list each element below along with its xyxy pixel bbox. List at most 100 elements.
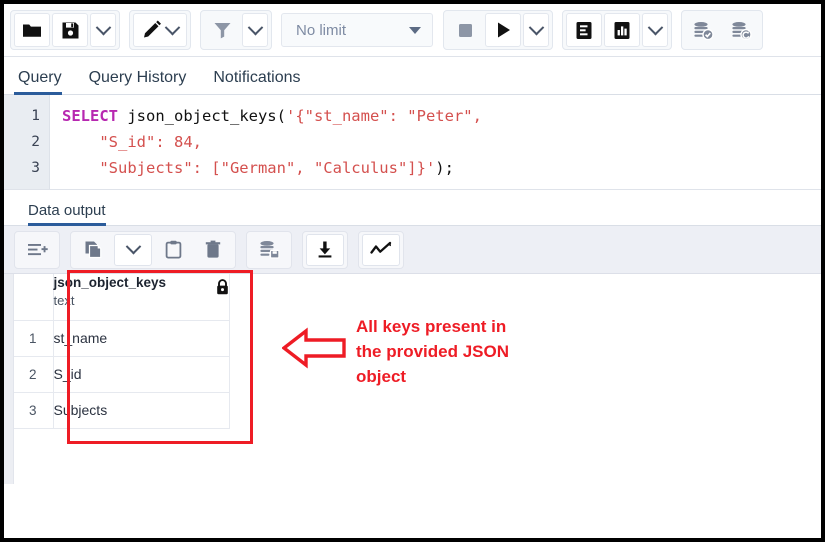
trash-icon bbox=[205, 240, 221, 259]
tab-query-history-label: Query History bbox=[89, 69, 187, 86]
sql-indent bbox=[62, 159, 99, 177]
panel-tabs: Query Query History Notifications bbox=[4, 57, 821, 95]
explain-analyze-button[interactable] bbox=[604, 13, 640, 47]
edit-button[interactable] bbox=[133, 13, 187, 47]
chevron-down-icon bbox=[165, 19, 181, 35]
sql-indent bbox=[62, 133, 99, 151]
table-row[interactable]: 3 Subjects bbox=[13, 392, 229, 428]
data-output-toolbar bbox=[4, 226, 821, 274]
delete-row-button[interactable] bbox=[194, 234, 232, 266]
table-row[interactable]: 2 S_id bbox=[13, 356, 229, 392]
sql-function: json_object_keys( bbox=[118, 107, 286, 125]
save-dropdown-button[interactable] bbox=[90, 13, 116, 47]
graph-group bbox=[358, 231, 404, 269]
cell-json-object-keys[interactable]: S_id bbox=[53, 356, 229, 392]
stop-query-button[interactable] bbox=[447, 13, 483, 47]
copy-dropdown-button[interactable] bbox=[114, 234, 152, 266]
save-data-changes-button[interactable] bbox=[250, 234, 288, 266]
add-row-icon bbox=[27, 241, 48, 259]
transaction-button-group bbox=[681, 10, 763, 50]
sql-string: "Subjects": ["German", "Calculus"]}' bbox=[99, 159, 435, 177]
filter-button[interactable] bbox=[204, 13, 240, 47]
column-header-json-object-keys[interactable]: json_object_keys text bbox=[53, 274, 229, 320]
save-data-group bbox=[246, 231, 292, 269]
pencil-icon bbox=[142, 20, 164, 40]
execute-dropdown-button[interactable] bbox=[523, 13, 549, 47]
tab-query-label: Query bbox=[18, 69, 62, 86]
execute-query-button[interactable] bbox=[485, 13, 521, 47]
download-csv-button[interactable] bbox=[306, 234, 344, 266]
left-arrow-icon bbox=[282, 325, 348, 371]
filter-dropdown-button[interactable] bbox=[242, 13, 268, 47]
table-row[interactable]: 1 st_name bbox=[13, 320, 229, 356]
line-number: 3 bbox=[4, 155, 49, 181]
explain-dropdown-button[interactable] bbox=[642, 13, 668, 47]
copy-button[interactable] bbox=[74, 234, 112, 266]
row-limit-select[interactable]: No limit bbox=[281, 13, 433, 47]
database-check-icon bbox=[693, 21, 714, 40]
chevron-down-icon bbox=[528, 19, 544, 35]
chevron-down-icon bbox=[95, 19, 111, 35]
line-number: 2 bbox=[4, 129, 49, 155]
database-rollback-icon bbox=[731, 21, 752, 40]
tab-query-history[interactable]: Query History bbox=[85, 69, 201, 94]
stop-icon bbox=[457, 22, 474, 39]
commit-button[interactable] bbox=[685, 13, 721, 47]
result-grid-area: json_object_keys text bbox=[4, 274, 821, 484]
column-name: json_object_keys bbox=[54, 275, 167, 290]
main-toolbar: No limit bbox=[4, 4, 821, 57]
cell-json-object-keys[interactable]: Subjects bbox=[53, 392, 229, 428]
execute-button-group bbox=[443, 10, 553, 50]
annotation-text: All keys present in the provided JSON ob… bbox=[356, 314, 509, 389]
sql-code-area[interactable]: SELECT json_object_keys('{"st_name": "Pe… bbox=[50, 95, 821, 189]
tab-data-output[interactable]: Data output bbox=[28, 202, 116, 225]
save-file-button[interactable] bbox=[52, 13, 88, 47]
paste-button[interactable] bbox=[154, 234, 192, 266]
rollback-button[interactable] bbox=[723, 13, 759, 47]
add-row-group bbox=[14, 231, 60, 269]
file-button-group bbox=[10, 10, 120, 50]
chevron-down-icon bbox=[247, 19, 263, 35]
sql-tail: ); bbox=[435, 159, 454, 177]
sql-editor[interactable]: 1 2 3 SELECT json_object_keys('{"st_name… bbox=[4, 95, 821, 190]
bar-chart-icon bbox=[613, 21, 631, 40]
filter-button-group bbox=[200, 10, 272, 50]
result-grid: json_object_keys text bbox=[13, 274, 230, 429]
folder-icon bbox=[22, 22, 42, 39]
column-type: text bbox=[54, 293, 167, 308]
explain-button-group bbox=[562, 10, 672, 50]
graph-visualiser-button[interactable] bbox=[362, 234, 400, 266]
pgadmin-query-tool-window: No limit bbox=[0, 0, 825, 542]
grid-header-row: json_object_keys text bbox=[13, 274, 229, 320]
clipboard-icon bbox=[165, 240, 182, 259]
grid-left-rail bbox=[4, 274, 14, 484]
code-line: SELECT json_object_keys('{"st_name": "Pe… bbox=[62, 103, 821, 129]
row-index: 1 bbox=[13, 320, 53, 356]
sql-string: '{"st_name": "Peter", bbox=[286, 107, 482, 125]
chevron-down-icon bbox=[647, 19, 663, 35]
edit-button-group bbox=[129, 10, 191, 50]
tab-data-output-label: Data output bbox=[28, 202, 106, 219]
chevron-down-icon bbox=[125, 239, 141, 255]
open-file-button[interactable] bbox=[14, 13, 50, 47]
save-icon bbox=[61, 21, 80, 40]
line-chart-icon bbox=[370, 241, 392, 258]
tab-query[interactable]: Query bbox=[14, 69, 76, 94]
tab-notifications[interactable]: Notifications bbox=[209, 69, 314, 94]
output-tabs: Data output bbox=[4, 190, 821, 226]
line-number: 1 bbox=[4, 103, 49, 129]
lock-icon bbox=[216, 279, 229, 295]
row-index: 3 bbox=[13, 392, 53, 428]
play-icon bbox=[495, 21, 512, 39]
row-index-header bbox=[13, 274, 53, 320]
clipboard-group bbox=[70, 231, 236, 269]
explain-button[interactable] bbox=[566, 13, 602, 47]
chevron-down-icon bbox=[409, 27, 421, 34]
tab-notifications-label: Notifications bbox=[213, 69, 300, 86]
row-index: 2 bbox=[13, 356, 53, 392]
cell-json-object-keys[interactable]: st_name bbox=[53, 320, 229, 356]
filter-icon bbox=[213, 21, 232, 39]
database-save-icon bbox=[259, 240, 280, 259]
download-group bbox=[302, 231, 348, 269]
add-row-button[interactable] bbox=[18, 234, 56, 266]
